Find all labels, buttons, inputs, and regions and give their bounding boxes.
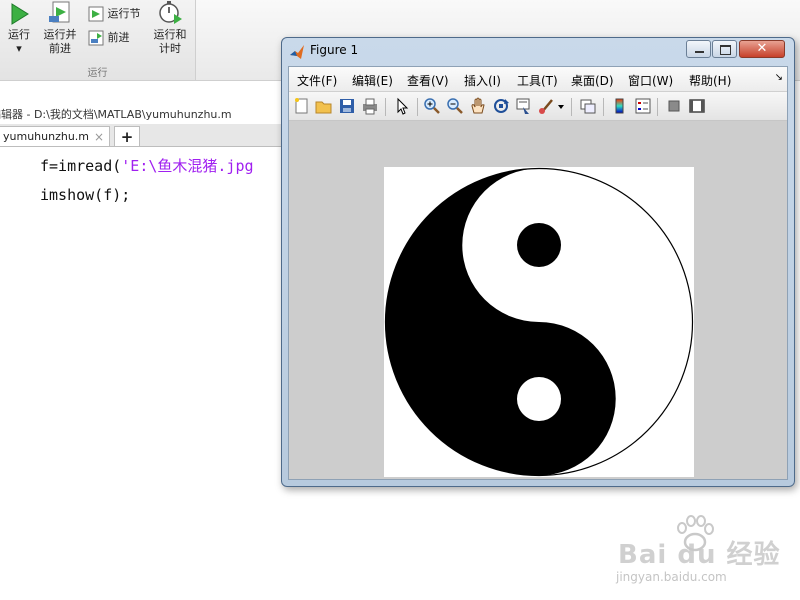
close-icon: ✕: [756, 41, 768, 56]
toolbar-separator: [417, 98, 418, 116]
editor-title: 编辑器 - D:\我的文档\MATLAB\yumuhunzhu.m: [0, 108, 232, 121]
figure-window[interactable]: Figure 1 ✕ 文件(F) 编辑(E) 查看(V) 插入(I) 工具(T)…: [281, 37, 795, 487]
brush-dropdown-icon[interactable]: [557, 97, 565, 115]
menu-file[interactable]: 文件(F): [297, 72, 337, 89]
run-and-time-button[interactable]: 运行和 计时: [150, 0, 190, 56]
pointer-icon[interactable]: [393, 97, 411, 115]
figure-titlebar[interactable]: Figure 1 ✕: [282, 38, 794, 64]
maximize-button[interactable]: [712, 40, 737, 58]
code-line-1[interactable]: f=imread('E:\鱼木混猪.jpg: [40, 152, 254, 181]
tab-label: yumuhunzhu.m: [3, 130, 90, 143]
code-editor[interactable]: f=imread('E:\鱼木混猪.jpg imshow(f);: [40, 152, 254, 210]
close-button[interactable]: ✕: [739, 40, 785, 58]
watermark-brand: Bai du 经验: [618, 540, 781, 570]
figure-client-area: 文件(F) 编辑(E) 查看(V) 插入(I) 工具(T) 桌面(D) 窗口(W…: [288, 66, 788, 480]
menu-insert[interactable]: 插入(I): [464, 72, 501, 89]
menu-tools[interactable]: 工具(T): [517, 72, 558, 89]
hide-plot-tools-icon[interactable]: [665, 97, 683, 115]
pan-hand-icon[interactable]: [469, 97, 487, 115]
toolbar-separator: [571, 98, 572, 116]
toolbar-separator: [385, 98, 386, 116]
run-section-button[interactable]: 运行节: [88, 6, 144, 22]
minimize-button[interactable]: [686, 40, 711, 58]
menu-window[interactable]: 窗口(W): [628, 72, 673, 89]
brush-icon[interactable]: [538, 97, 556, 115]
advance-button[interactable]: 前进: [88, 30, 144, 46]
figure-canvas[interactable]: [289, 121, 787, 479]
new-figure-icon[interactable]: [293, 97, 311, 115]
toolbar-separator: [603, 98, 604, 116]
zoom-out-icon[interactable]: [446, 97, 464, 115]
maximize-icon: [720, 45, 731, 55]
tab-close-icon[interactable]: ×: [94, 127, 104, 147]
run-section-icon: [88, 6, 104, 22]
run-group-label: 运行: [87, 68, 108, 79]
print-icon[interactable]: [361, 97, 379, 115]
editor-tab-bar: yumuhunzhu.m × +: [0, 124, 290, 147]
watermark-url: jingyan.baidu.com: [616, 570, 727, 584]
link-plot-icon[interactable]: [579, 97, 597, 115]
advance-icon: [88, 30, 104, 46]
run-advance-icon: [49, 1, 70, 23]
menu-desktop[interactable]: 桌面(D): [571, 72, 614, 89]
legend-icon[interactable]: [634, 97, 652, 115]
code-string: 'E:\鱼木混猪.jpg: [121, 157, 254, 175]
figure-toolbar: [289, 92, 787, 121]
toolbar-separator: [657, 98, 658, 116]
figure-title: Figure 1: [310, 43, 359, 57]
add-tab-button[interactable]: +: [114, 126, 140, 146]
open-file-icon[interactable]: [315, 97, 333, 115]
menu-edit[interactable]: 编辑(E): [352, 72, 393, 89]
menu-dock-arrow-icon[interactable]: ↘: [775, 72, 783, 83]
stopwatch-icon: [159, 1, 182, 24]
menu-view[interactable]: 查看(V): [407, 72, 449, 89]
run-button[interactable]: 运行 ▾: [4, 2, 34, 56]
matlab-logo-icon: [290, 45, 304, 59]
figure-menubar: 文件(F) 编辑(E) 查看(V) 插入(I) 工具(T) 桌面(D) 窗口(W…: [289, 67, 787, 92]
run-dropdown-arrow[interactable]: ▾: [4, 42, 34, 56]
yin-yang-image: [384, 167, 694, 477]
baidu-jingyan-watermark: Bai du 经验 jingyan.baidu.com: [608, 514, 798, 594]
menu-help[interactable]: 帮助(H): [689, 72, 731, 89]
save-icon[interactable]: [338, 97, 356, 115]
run-icon: [11, 3, 29, 25]
tab-yumuhunzhu[interactable]: yumuhunzhu.m ×: [0, 126, 110, 146]
image-display: [384, 167, 694, 477]
data-cursor-icon[interactable]: [515, 97, 533, 115]
colorbar-icon[interactable]: [611, 97, 629, 115]
minimize-icon: [695, 51, 704, 53]
show-plot-tools-icon[interactable]: [688, 97, 706, 115]
run-and-advance-button[interactable]: 运行并 前进: [40, 0, 80, 56]
rotate-3d-icon[interactable]: [492, 97, 510, 115]
code-line-2[interactable]: imshow(f);: [40, 181, 254, 210]
zoom-in-icon[interactable]: [423, 97, 441, 115]
